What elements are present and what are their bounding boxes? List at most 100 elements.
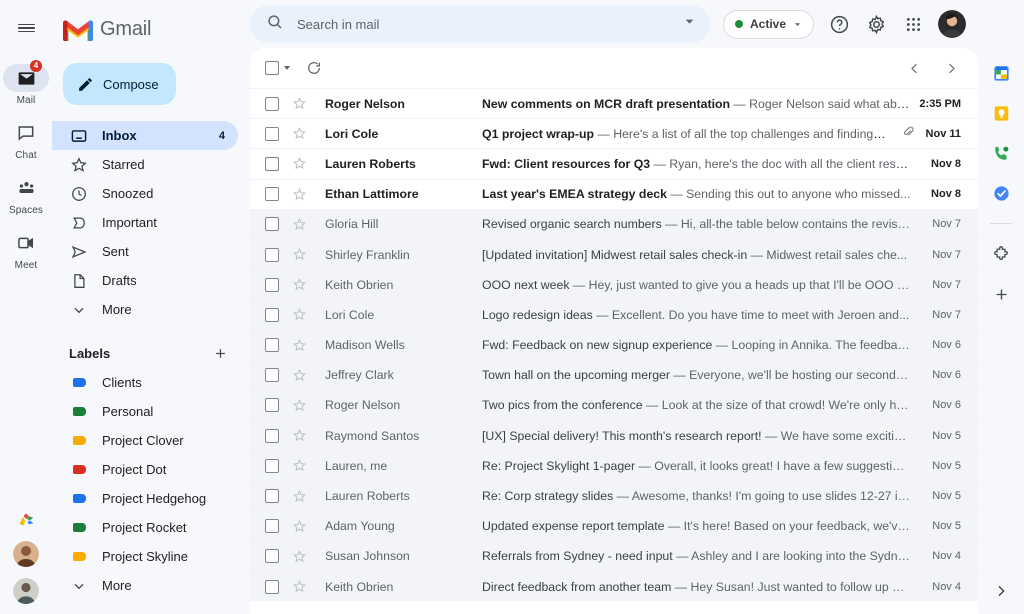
- compose-button[interactable]: Compose: [63, 63, 176, 105]
- sidebar-item-more[interactable]: More: [52, 295, 238, 324]
- email-select-checkbox[interactable]: [265, 368, 279, 382]
- gear-icon[interactable]: [864, 12, 888, 36]
- puzzle-addons-icon[interactable]: [990, 243, 1012, 265]
- avatar-person-2[interactable]: [13, 578, 39, 604]
- label-item-project-rocket[interactable]: Project Rocket: [52, 513, 238, 542]
- star-icon[interactable]: [292, 277, 308, 292]
- status-badge[interactable]: Active: [723, 10, 814, 39]
- star-icon[interactable]: [292, 217, 308, 232]
- rail-item-mail[interactable]: 4 Mail: [0, 60, 52, 112]
- contacts-add-icon[interactable]: [15, 508, 37, 530]
- email-select-checkbox[interactable]: [265, 248, 279, 262]
- email-row[interactable]: Lauren, meRe: Project Skylight 1-pager —…: [250, 450, 978, 480]
- hamburger-menu-icon[interactable]: [8, 10, 44, 46]
- sidebar-item-important[interactable]: Important: [52, 208, 238, 237]
- email-select-checkbox[interactable]: [265, 97, 279, 111]
- email-select-checkbox[interactable]: [265, 308, 279, 322]
- email-select-checkbox[interactable]: [265, 429, 279, 443]
- email-select-checkbox[interactable]: [265, 338, 279, 352]
- email-row[interactable]: Adam YoungUpdated expense report templat…: [250, 511, 978, 541]
- email-select-checkbox[interactable]: [265, 278, 279, 292]
- email-select-checkbox[interactable]: [265, 549, 279, 563]
- label-item-project-dot[interactable]: Project Dot: [52, 455, 238, 484]
- rail-item-meet[interactable]: Meet: [0, 225, 52, 277]
- star-icon[interactable]: [292, 187, 308, 202]
- chevron-right-icon[interactable]: [941, 58, 961, 78]
- email-select-checkbox[interactable]: [265, 489, 279, 503]
- chevron-down-icon[interactable]: [284, 66, 290, 70]
- sidebar-item-sent[interactable]: Sent: [52, 237, 238, 266]
- gmail-brand[interactable]: Gmail: [52, 8, 250, 50]
- email-row[interactable]: Shirley Franklin[Updated invitation] Mid…: [250, 239, 978, 269]
- sidebar-item-snoozed[interactable]: Snoozed: [52, 179, 238, 208]
- email-row[interactable]: Lauren RobertsRe: Corp strategy slides —…: [250, 480, 978, 510]
- star-icon[interactable]: [292, 489, 308, 504]
- sidebar-item-drafts[interactable]: Drafts: [52, 266, 238, 295]
- email-row[interactable]: Roger NelsonTwo pics from the conference…: [250, 390, 978, 420]
- email-row[interactable]: Raymond Santos[UX] Special delivery! Thi…: [250, 420, 978, 450]
- mail-icon: 4: [3, 64, 49, 92]
- email-sender: Lauren, me: [325, 459, 482, 473]
- google-tasks-icon[interactable]: [990, 182, 1012, 204]
- account-avatar[interactable]: [938, 10, 966, 38]
- email-select-checkbox[interactable]: [265, 519, 279, 533]
- email-sender: Lauren Roberts: [325, 489, 482, 503]
- star-icon[interactable]: [292, 307, 308, 322]
- email-select-checkbox[interactable]: [265, 157, 279, 171]
- star-icon[interactable]: [292, 428, 308, 443]
- email-select-checkbox[interactable]: [265, 127, 279, 141]
- search-bar[interactable]: [250, 5, 710, 43]
- chevron-left-icon[interactable]: [904, 58, 924, 78]
- star-icon[interactable]: [292, 96, 308, 111]
- label-item-clients[interactable]: Clients: [52, 368, 238, 397]
- google-keep-icon[interactable]: [990, 102, 1012, 124]
- email-row[interactable]: Keith ObrienOOO next week — Hey, just wa…: [250, 269, 978, 299]
- email-row[interactable]: Roger NelsonNew comments on MCR draft pr…: [250, 88, 978, 118]
- star-icon[interactable]: [292, 549, 308, 564]
- email-row[interactable]: Lori ColeLogo redesign ideas — Excellent…: [250, 299, 978, 329]
- plus-icon[interactable]: [990, 283, 1012, 305]
- select-all-checkbox[interactable]: [265, 61, 279, 75]
- email-select-checkbox[interactable]: [265, 398, 279, 412]
- star-icon[interactable]: [292, 338, 308, 353]
- star-icon[interactable]: [292, 458, 308, 473]
- email-select-checkbox[interactable]: [265, 459, 279, 473]
- rail-item-spaces[interactable]: Spaces: [0, 170, 52, 222]
- label-item-project-hedgehog[interactable]: Project Hedgehog: [52, 484, 238, 513]
- email-select-checkbox[interactable]: [265, 217, 279, 231]
- sidebar-item-starred[interactable]: Starred: [52, 150, 238, 179]
- star-icon[interactable]: [292, 579, 308, 594]
- search-input[interactable]: [297, 17, 670, 32]
- labels-more[interactable]: More: [52, 571, 238, 600]
- email-row[interactable]: Lori ColeQ1 project wrap-up — Here's a l…: [250, 118, 978, 148]
- apps-grid-icon[interactable]: [901, 12, 925, 36]
- email-select-checkbox[interactable]: [265, 580, 279, 594]
- google-contacts-phone-icon[interactable]: [990, 142, 1012, 164]
- star-icon[interactable]: [292, 247, 308, 262]
- google-calendar-icon[interactable]: [990, 62, 1012, 84]
- star-icon[interactable]: [292, 126, 308, 141]
- email-row[interactable]: Susan JohnsonReferrals from Sydney - nee…: [250, 541, 978, 571]
- email-row[interactable]: Keith ObrienDirect feedback from another…: [250, 571, 978, 601]
- refresh-icon[interactable]: [304, 58, 324, 78]
- email-row[interactable]: Madison WellsFwd: Feedback on new signup…: [250, 330, 978, 360]
- email-row[interactable]: Jeffrey ClarkTown hall on the upcoming m…: [250, 360, 978, 390]
- email-row[interactable]: Ethan LattimoreLast year's EMEA strategy…: [250, 179, 978, 209]
- sidebar-item-inbox[interactable]: Inbox 4: [52, 121, 238, 150]
- star-icon[interactable]: [292, 156, 308, 171]
- rail-item-chat[interactable]: Chat: [0, 115, 52, 167]
- label-item-project-clover[interactable]: Project Clover: [52, 426, 238, 455]
- label-item-personal[interactable]: Personal: [52, 397, 238, 426]
- star-icon[interactable]: [292, 368, 308, 383]
- email-select-checkbox[interactable]: [265, 187, 279, 201]
- star-icon[interactable]: [292, 398, 308, 413]
- chevron-right-icon[interactable]: [990, 580, 1012, 602]
- search-options-chevron-icon[interactable]: [683, 15, 696, 33]
- avatar-person-1[interactable]: [13, 541, 39, 567]
- email-row[interactable]: Lauren RobertsFwd: Client resources for …: [250, 148, 978, 178]
- plus-icon[interactable]: [211, 344, 229, 362]
- star-icon[interactable]: [292, 519, 308, 534]
- email-row[interactable]: Gloria HillRevised organic search number…: [250, 209, 978, 239]
- help-question-icon[interactable]: [827, 12, 851, 36]
- label-item-project-skyline[interactable]: Project Skyline: [52, 542, 238, 571]
